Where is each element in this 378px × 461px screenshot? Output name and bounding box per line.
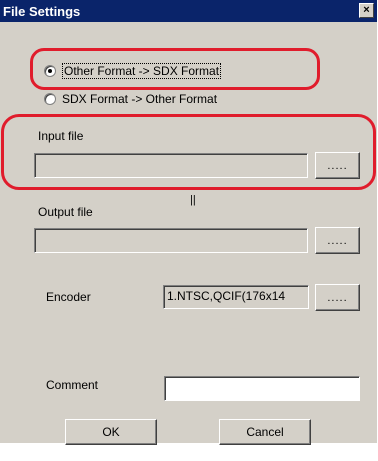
separator-mark: || [190,194,196,206]
cancel-button[interactable]: Cancel [219,419,311,445]
comment-label: Comment [46,378,99,392]
window-title: File Settings [3,3,81,19]
title-bar: File Settings × [0,0,377,22]
radio-sdx-to-other[interactable]: SDX Format -> Other Format [44,92,217,106]
comment-input[interactable] [164,376,360,401]
encoder-browse-button[interactable]: ..... [315,284,360,311]
encoder-value: 1.NTSC,QCIF(176x14 [167,289,286,303]
output-file-label: Output file [38,205,93,219]
highlight-ring-conversion-option [30,48,320,90]
output-file-field[interactable] [34,228,308,253]
ok-button[interactable]: OK [65,419,157,445]
output-file-browse-button[interactable]: ..... [315,227,360,254]
radio-label-sdx-to-other: SDX Format -> Other Format [62,92,218,106]
encoder-label: Encoder [46,290,91,304]
radio-button-unchecked[interactable] [44,93,56,105]
encoder-field: 1.NTSC,QCIF(176x14 [163,285,309,309]
close-button[interactable]: × [359,3,374,18]
highlight-ring-input-file [1,114,376,190]
